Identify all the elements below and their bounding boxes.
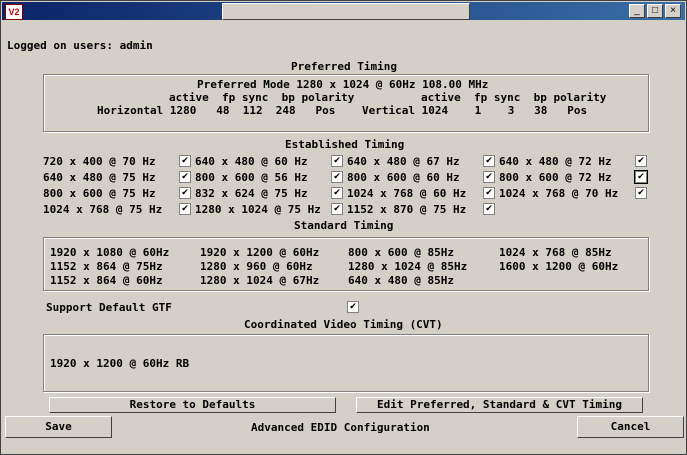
preferred-mode: Preferred Mode 1280 x 1024 @ 60Hz 108.00… [197, 78, 489, 91]
checkmark-icon: ✔ [333, 204, 341, 214]
established-item-label: 800 x 600 @ 75 Hz [43, 187, 156, 200]
established-timing-header: Established Timing [285, 138, 405, 151]
established-item-checkbox[interactable]: ✔ [331, 187, 343, 199]
checkmark-icon: ✔ [485, 204, 493, 214]
established-item-checkbox[interactable]: ✔ [483, 203, 495, 215]
close-button[interactable]: × [665, 4, 681, 18]
preferred-columns-v: active fp sync bp polarity [421, 91, 607, 104]
checkmark-icon: ✔ [333, 188, 341, 198]
footer-title: Advanced EDID Configuration [251, 421, 430, 434]
checkmark-icon: ✔ [333, 156, 341, 166]
checkmark-icon: ✔ [333, 172, 341, 182]
established-item-label: 1024 x 768 @ 75 Hz [43, 203, 163, 216]
standard-timing-item: 1600 x 1200 @ 60Hz [499, 260, 619, 273]
checkmark-icon: ✔ [181, 204, 189, 214]
established-item-label: 640 x 480 @ 75 Hz [43, 171, 156, 184]
standard-timing-item: 1152 x 864 @ 60Hz [50, 274, 163, 287]
cancel-button[interactable]: Cancel [577, 416, 684, 438]
gtf-label: Support Default GTF [46, 301, 172, 314]
established-item-checkbox[interactable]: ✔ [179, 187, 191, 199]
established-item-label: 1152 x 870 @ 75 Hz [347, 203, 467, 216]
checkmark-icon: ✔ [485, 172, 493, 182]
established-item-label: 1024 x 768 @ 70 Hz [499, 187, 619, 200]
minimize-button[interactable]: _ [629, 4, 645, 18]
checkmark-icon: ✔ [181, 156, 189, 166]
preferred-horizontal: Horizontal 1280 48 112 248 Pos [97, 104, 336, 117]
title-text-frame [222, 3, 470, 20]
standard-timing-item: 1920 x 1080 @ 60Hz [50, 246, 170, 259]
preferred-timing-header: Preferred Timing [291, 60, 397, 73]
standard-timing-item: 1280 x 960 @ 60Hz [200, 260, 313, 273]
established-item-checkbox[interactable]: ✔ [179, 171, 191, 183]
standard-timing-item: 800 x 600 @ 85Hz [348, 246, 454, 259]
established-item-checkbox[interactable]: ✔ [179, 155, 191, 167]
edit-timing-button[interactable]: Edit Preferred, Standard & CVT Timing [356, 397, 643, 413]
established-item-label: 800 x 600 @ 72 Hz [499, 171, 612, 184]
established-item-label: 1280 x 1024 @ 75 Hz [195, 203, 321, 216]
standard-timing-item: 640 x 480 @ 85Hz [348, 274, 454, 287]
restore-defaults-button[interactable]: Restore to Defaults [49, 397, 336, 413]
standard-timing-header: Standard Timing [294, 219, 394, 232]
gtf-checkbox[interactable]: ✔ [347, 301, 359, 313]
checkmark-icon: ✔ [637, 172, 645, 182]
save-button[interactable]: Save [5, 416, 112, 438]
established-item-label: 800 x 600 @ 60 Hz [347, 171, 460, 184]
established-item-label: 1024 x 768 @ 60 Hz [347, 187, 467, 200]
established-item-label: 800 x 600 @ 56 Hz [195, 171, 308, 184]
established-item-checkbox[interactable]: ✔ [179, 203, 191, 215]
checkmark-icon: ✔ [485, 156, 493, 166]
checkmark-icon: ✔ [181, 188, 189, 198]
checkmark-icon: ✔ [637, 156, 645, 166]
established-item-checkbox[interactable]: ✔ [483, 155, 495, 167]
established-item-label: 720 x 400 @ 70 Hz [43, 155, 156, 168]
established-item-label: 640 x 480 @ 72 Hz [499, 155, 612, 168]
established-item-checkbox[interactable]: ✔ [635, 187, 647, 199]
standard-timing-item: 1920 x 1200 @ 60Hz [200, 246, 320, 259]
established-item-checkbox[interactable]: ✔ [331, 203, 343, 215]
checkmark-icon: ✔ [485, 188, 493, 198]
established-item-checkbox[interactable]: ✔ [331, 155, 343, 167]
checkmark-icon: ✔ [181, 172, 189, 182]
established-item-checkbox[interactable]: ✔ [483, 187, 495, 199]
standard-timing-item: 1280 x 1024 @ 85Hz [348, 260, 468, 273]
preferred-columns-h: active fp sync bp polarity [169, 91, 355, 104]
cvt-item: 1920 x 1200 @ 60Hz RB [50, 357, 190, 370]
established-item-checkbox[interactable]: ✔ [634, 170, 648, 184]
cvt-header: Coordinated Video Timing (CVT) [244, 318, 443, 331]
established-item-label: 640 x 480 @ 67 Hz [347, 155, 460, 168]
established-item-label: 640 x 480 @ 60 Hz [195, 155, 308, 168]
app-icon[interactable]: V2 [5, 4, 23, 20]
established-item-checkbox[interactable]: ✔ [331, 171, 343, 183]
title-bar[interactable]: V2 _ □ × [2, 2, 685, 20]
established-item-checkbox[interactable]: ✔ [483, 171, 495, 183]
preferred-vertical: Vertical 1024 1 3 38 Pos [362, 104, 588, 117]
edid-window: V2 _ □ × Logged on users: admin Preferred … [0, 0, 687, 455]
established-item-label: 832 x 624 @ 75 Hz [195, 187, 308, 200]
standard-timing-item: 1152 x 864 @ 75Hz [50, 260, 163, 273]
standard-timing-item: 1024 x 768 @ 85Hz [499, 246, 612, 259]
checkmark-icon: ✔ [349, 302, 357, 312]
standard-timing-item: 1280 x 1024 @ 67Hz [200, 274, 320, 287]
logged-on-users: Logged on users: admin [7, 39, 153, 52]
checkmark-icon: ✔ [637, 188, 645, 198]
established-item-checkbox[interactable]: ✔ [635, 155, 647, 167]
maximize-button[interactable]: □ [647, 4, 663, 18]
